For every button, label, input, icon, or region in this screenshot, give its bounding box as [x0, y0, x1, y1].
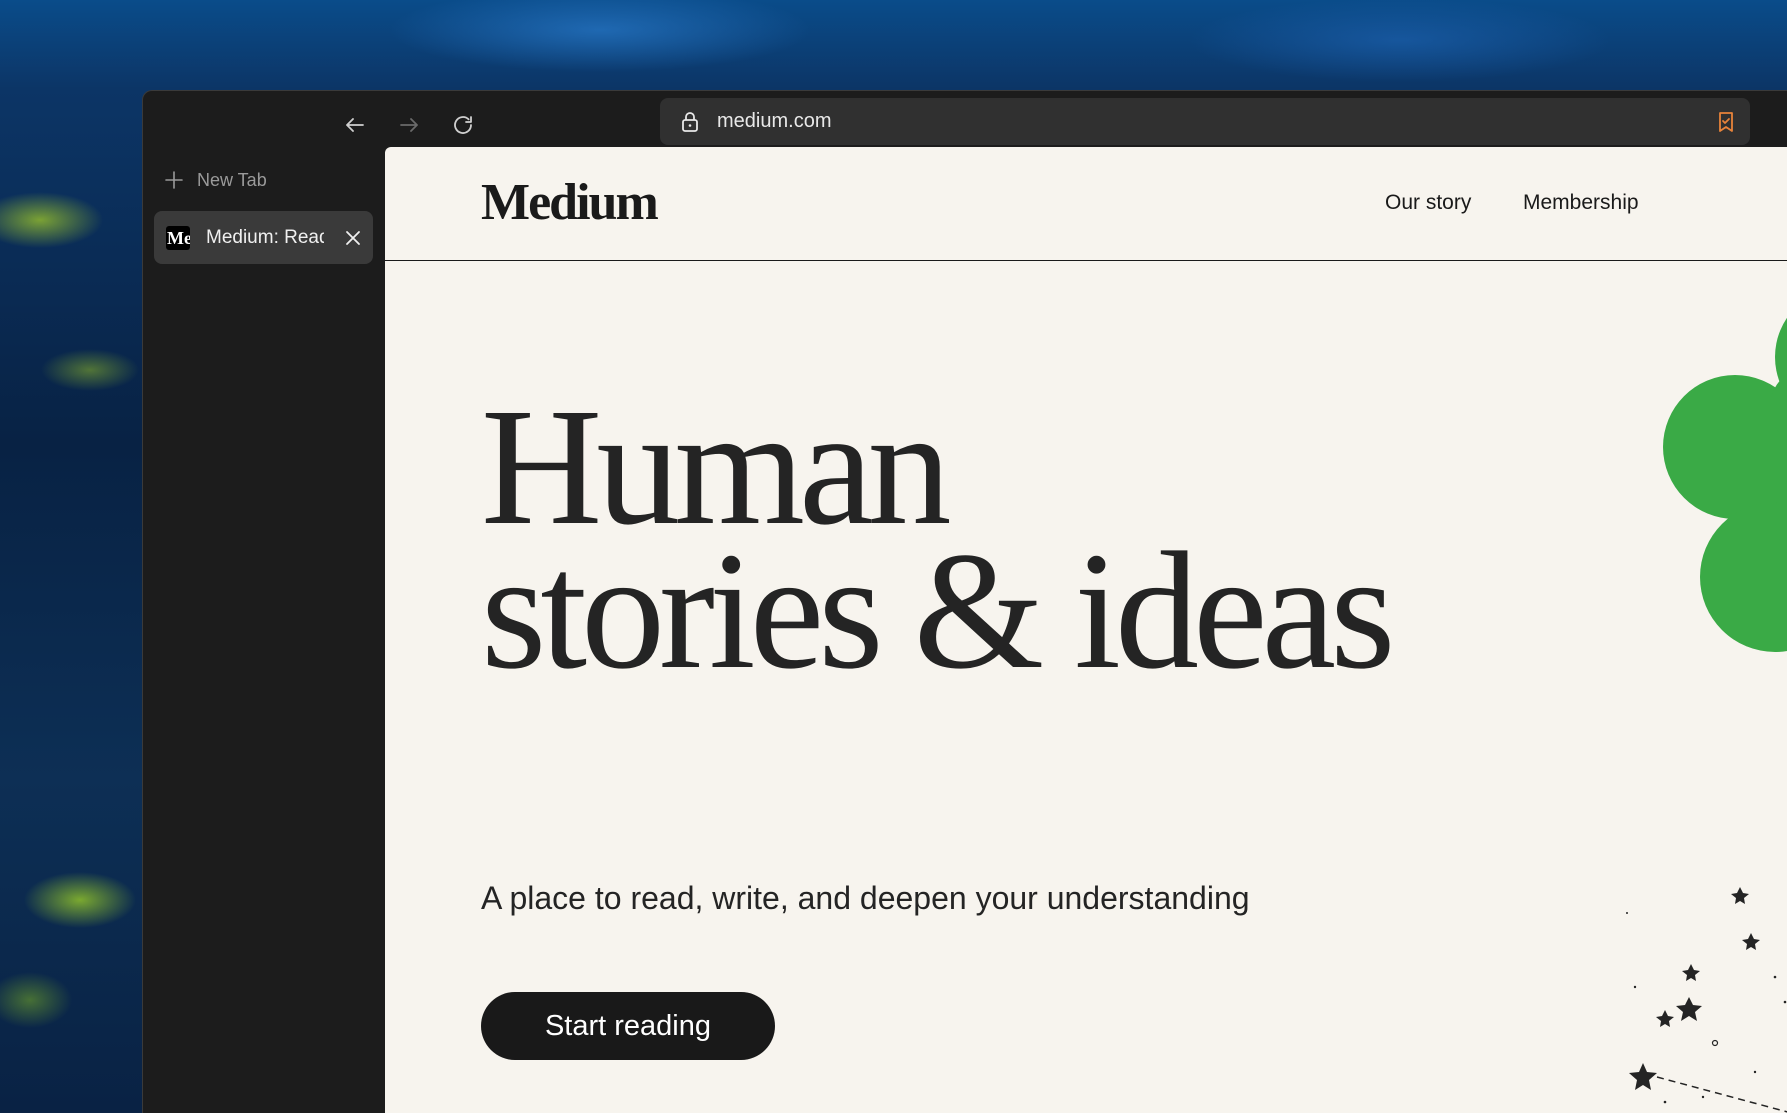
- reload-button[interactable]: [443, 105, 483, 145]
- close-icon[interactable]: [343, 228, 363, 248]
- our-story-link[interactable]: Our story: [1385, 191, 1471, 215]
- new-tab-button[interactable]: New Tab: [163, 165, 267, 195]
- site-header: Medium Our story Membership: [385, 147, 1787, 261]
- browser-window: medium.com New Tab Medium Medium: Read M…: [142, 90, 1787, 1113]
- medium-favicon-icon: Medium: [166, 226, 190, 250]
- hero-title-line-2: stories & ideas: [481, 518, 1395, 704]
- forward-button[interactable]: [389, 105, 429, 145]
- green-flower-illustration: [1663, 317, 1787, 652]
- address-bar[interactable]: medium.com: [660, 98, 1750, 145]
- reload-icon: [454, 116, 472, 134]
- back-arrow-icon: [346, 118, 364, 132]
- forward-arrow-icon: [400, 118, 418, 132]
- bookmark-icon[interactable]: [1714, 110, 1738, 134]
- tab-medium[interactable]: Medium Medium: Read: [154, 211, 373, 264]
- web-page: Medium Our story Membership Human storie…: [385, 147, 1787, 1113]
- plus-icon: [165, 171, 183, 189]
- stars-illustration: [1626, 887, 1787, 1113]
- hero-title: Human stories & ideas: [481, 383, 1395, 704]
- back-button[interactable]: [335, 105, 375, 145]
- new-tab-label: New Tab: [197, 169, 267, 190]
- hero-subtitle: A place to read, write, and deepen your …: [481, 880, 1250, 916]
- start-reading-button[interactable]: Start reading: [481, 992, 775, 1060]
- url-text[interactable]: medium.com: [717, 110, 831, 133]
- medium-logo[interactable]: Medium: [481, 173, 659, 232]
- tab-title: Medium: Read: [206, 227, 324, 248]
- lock-icon: [682, 112, 698, 132]
- membership-link[interactable]: Membership: [1523, 191, 1639, 215]
